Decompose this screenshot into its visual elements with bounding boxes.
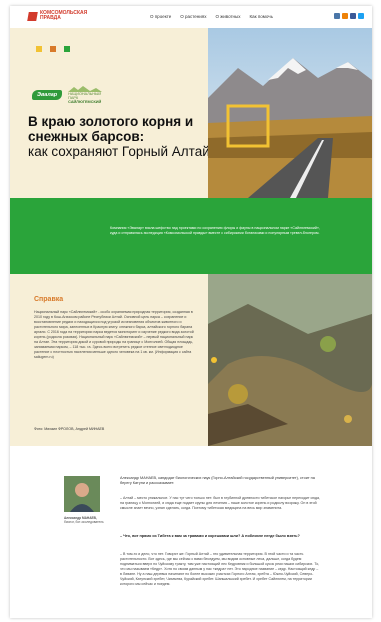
nav-item-plants[interactable]: О растениях (180, 14, 206, 19)
reference-body: Национальный парк «Сайлюгемский» - особо… (34, 310, 194, 359)
kp-logo-icon (27, 11, 38, 21)
deco-square (50, 46, 56, 52)
nav-item-help[interactable]: Как помочь (250, 14, 273, 19)
deco-square (36, 46, 42, 52)
logo-line2: ПРАВДА (40, 15, 61, 21)
nav-item-animals[interactable]: О животных (215, 14, 240, 19)
intro-text: Компания «Эвалар» взяла шефство над прое… (110, 226, 320, 235)
title-bold: В краю золотого корня и снежных барсов: (28, 114, 194, 144)
interview-intro: Александр МАНАЕВ, кандидат биологических… (120, 476, 315, 485)
slider-dot[interactable] (344, 415, 352, 423)
page-title: В краю золотого корня и снежных барсов: … (28, 114, 218, 159)
park-logo-line2: САЙЛЮГЕМСКИЙ (68, 100, 102, 104)
hero-photo-road (208, 28, 372, 198)
person-photo (64, 476, 100, 512)
site-logo[interactable]: КОМСОМОЛЬСКАЯ ПРАВДА (27, 11, 87, 21)
caption-role: биолог, бот-исследователь (64, 520, 104, 524)
evalar-logo: Эвалар (32, 90, 63, 100)
reference-heading: Справка (34, 296, 64, 303)
slider-prev-dot[interactable] (211, 357, 217, 363)
page: КОМСОМОЛЬСКАЯ ПРАВДА О проекте О растени… (10, 6, 372, 618)
ok-icon[interactable] (342, 13, 348, 19)
mountain-slope-image (208, 274, 372, 446)
park-logo-line1: НАЦИОНАЛЬНЫЙ ПАРК (68, 92, 102, 100)
park-logo: НАЦИОНАЛЬНЫЙ ПАРК САЙЛЮГЕМСКИЙ (68, 86, 108, 104)
logo-text: КОМСОМОЛЬСКАЯ ПРАВДА (40, 11, 87, 21)
interview-paragraph: – Алтай – место уникальное. У нас тут че… (120, 496, 320, 510)
interview-section: Александр МАНАЕВ, биолог, бот-исследоват… (10, 446, 372, 618)
reference-photo-mountain (208, 274, 372, 446)
fb-icon[interactable] (350, 13, 356, 19)
interview-paragraph: – В том-то и дело, что нет. Говорят же: … (120, 552, 320, 586)
hero-section: Эвалар НАЦИОНАЛЬНЫЙ ПАРК САЙЛЮГЕМСКИЙ В … (10, 28, 372, 198)
nav-item-about[interactable]: О проекте (150, 14, 171, 19)
avatar-caption: Александр МАНАЕВ, биолог, бот-исследоват… (64, 516, 104, 524)
avatar (64, 476, 100, 512)
road-landscape-image (208, 28, 372, 198)
tw-icon[interactable] (358, 13, 364, 19)
site-header: КОМСОМОЛЬСКАЯ ПРАВДА О проекте О растени… (10, 6, 372, 28)
reference-section: Справка Национальный парк «Сайлюгемский»… (10, 274, 372, 446)
photo-credit: Фото: Михаил ФРОЛОВ, Андрей МИНАЕВ (34, 427, 105, 431)
social-links (334, 13, 364, 19)
vk-icon[interactable] (334, 13, 340, 19)
main-nav: О проекте О растениях О животных Как пом… (150, 14, 273, 19)
brand-logos: Эвалар НАЦИОНАЛЬНЫЙ ПАРК САЙЛЮГЕМСКИЙ (32, 86, 108, 104)
intro-band: Компания «Эвалар» взяла шефство над прое… (10, 198, 372, 274)
title-regular: как сохраняют Горный Алтай (28, 144, 210, 159)
deco-square (64, 46, 70, 52)
interview-question: – Что, вот прямо из Тибета к вам за трав… (120, 534, 300, 538)
